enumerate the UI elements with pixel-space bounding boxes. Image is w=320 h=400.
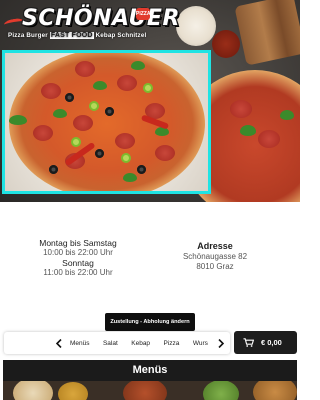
category-tab-pizza[interactable]: Pizza (164, 333, 180, 354)
chevron-right-icon[interactable] (214, 332, 228, 354)
pizza-icon (9, 53, 205, 191)
category-nav: Menüs Salat Kebap Pizza Wurs (4, 332, 230, 354)
address-street: Schönaugasse 82 (182, 252, 248, 261)
address-block: Adresse Schönaugasse 82 8010 Graz (170, 241, 260, 272)
delivery-mode-button[interactable]: Zustellung - Abholung ändern (105, 313, 195, 331)
weekday-label: Montag bis Samstag (39, 238, 117, 248)
brand-name: SCHÖNAUER (22, 6, 180, 31)
hero-banner: SCHÖNAUER PIZZA Pizza Burger FAST FOOD K… (0, 0, 300, 202)
cart-button[interactable]: € 0,00 (234, 331, 297, 354)
opening-hours: Montag bis Samstag 10:00 bis 22:00 Uhr S… (30, 238, 126, 278)
address-city: 8010 Graz (196, 262, 234, 271)
category-list: Menüs Salat Kebap Pizza Wurs (70, 332, 216, 354)
category-tab-wurst[interactable]: Wurs (193, 333, 208, 354)
category-tab-menus[interactable]: Menüs (70, 333, 90, 354)
category-tab-kebap[interactable]: Kebap (131, 333, 150, 354)
address-title: Adresse (197, 241, 233, 251)
sunday-time: 11:00 bis 22:00 Uhr (43, 268, 113, 277)
section-title: Menüs (3, 360, 297, 381)
featured-pizza-image (2, 50, 211, 194)
menu-section-banner: Menüs (3, 360, 297, 400)
pizza-badge-icon: PIZZA (136, 8, 150, 20)
chevron-left-icon[interactable] (52, 332, 66, 354)
brand-logo[interactable]: SCHÖNAUER PIZZA Pizza Burger FAST FOOD K… (3, 3, 179, 47)
category-tab-salat[interactable]: Salat (103, 333, 118, 354)
cart-icon (243, 338, 254, 347)
cart-total: € 0,00 (261, 338, 282, 347)
sunday-label: Sonntag (62, 258, 94, 268)
brand-tagline: Pizza Burger FAST FOOD Kebap Schnitzel (8, 32, 147, 39)
weekday-time: 10:00 bis 22:00 Uhr (43, 248, 113, 257)
